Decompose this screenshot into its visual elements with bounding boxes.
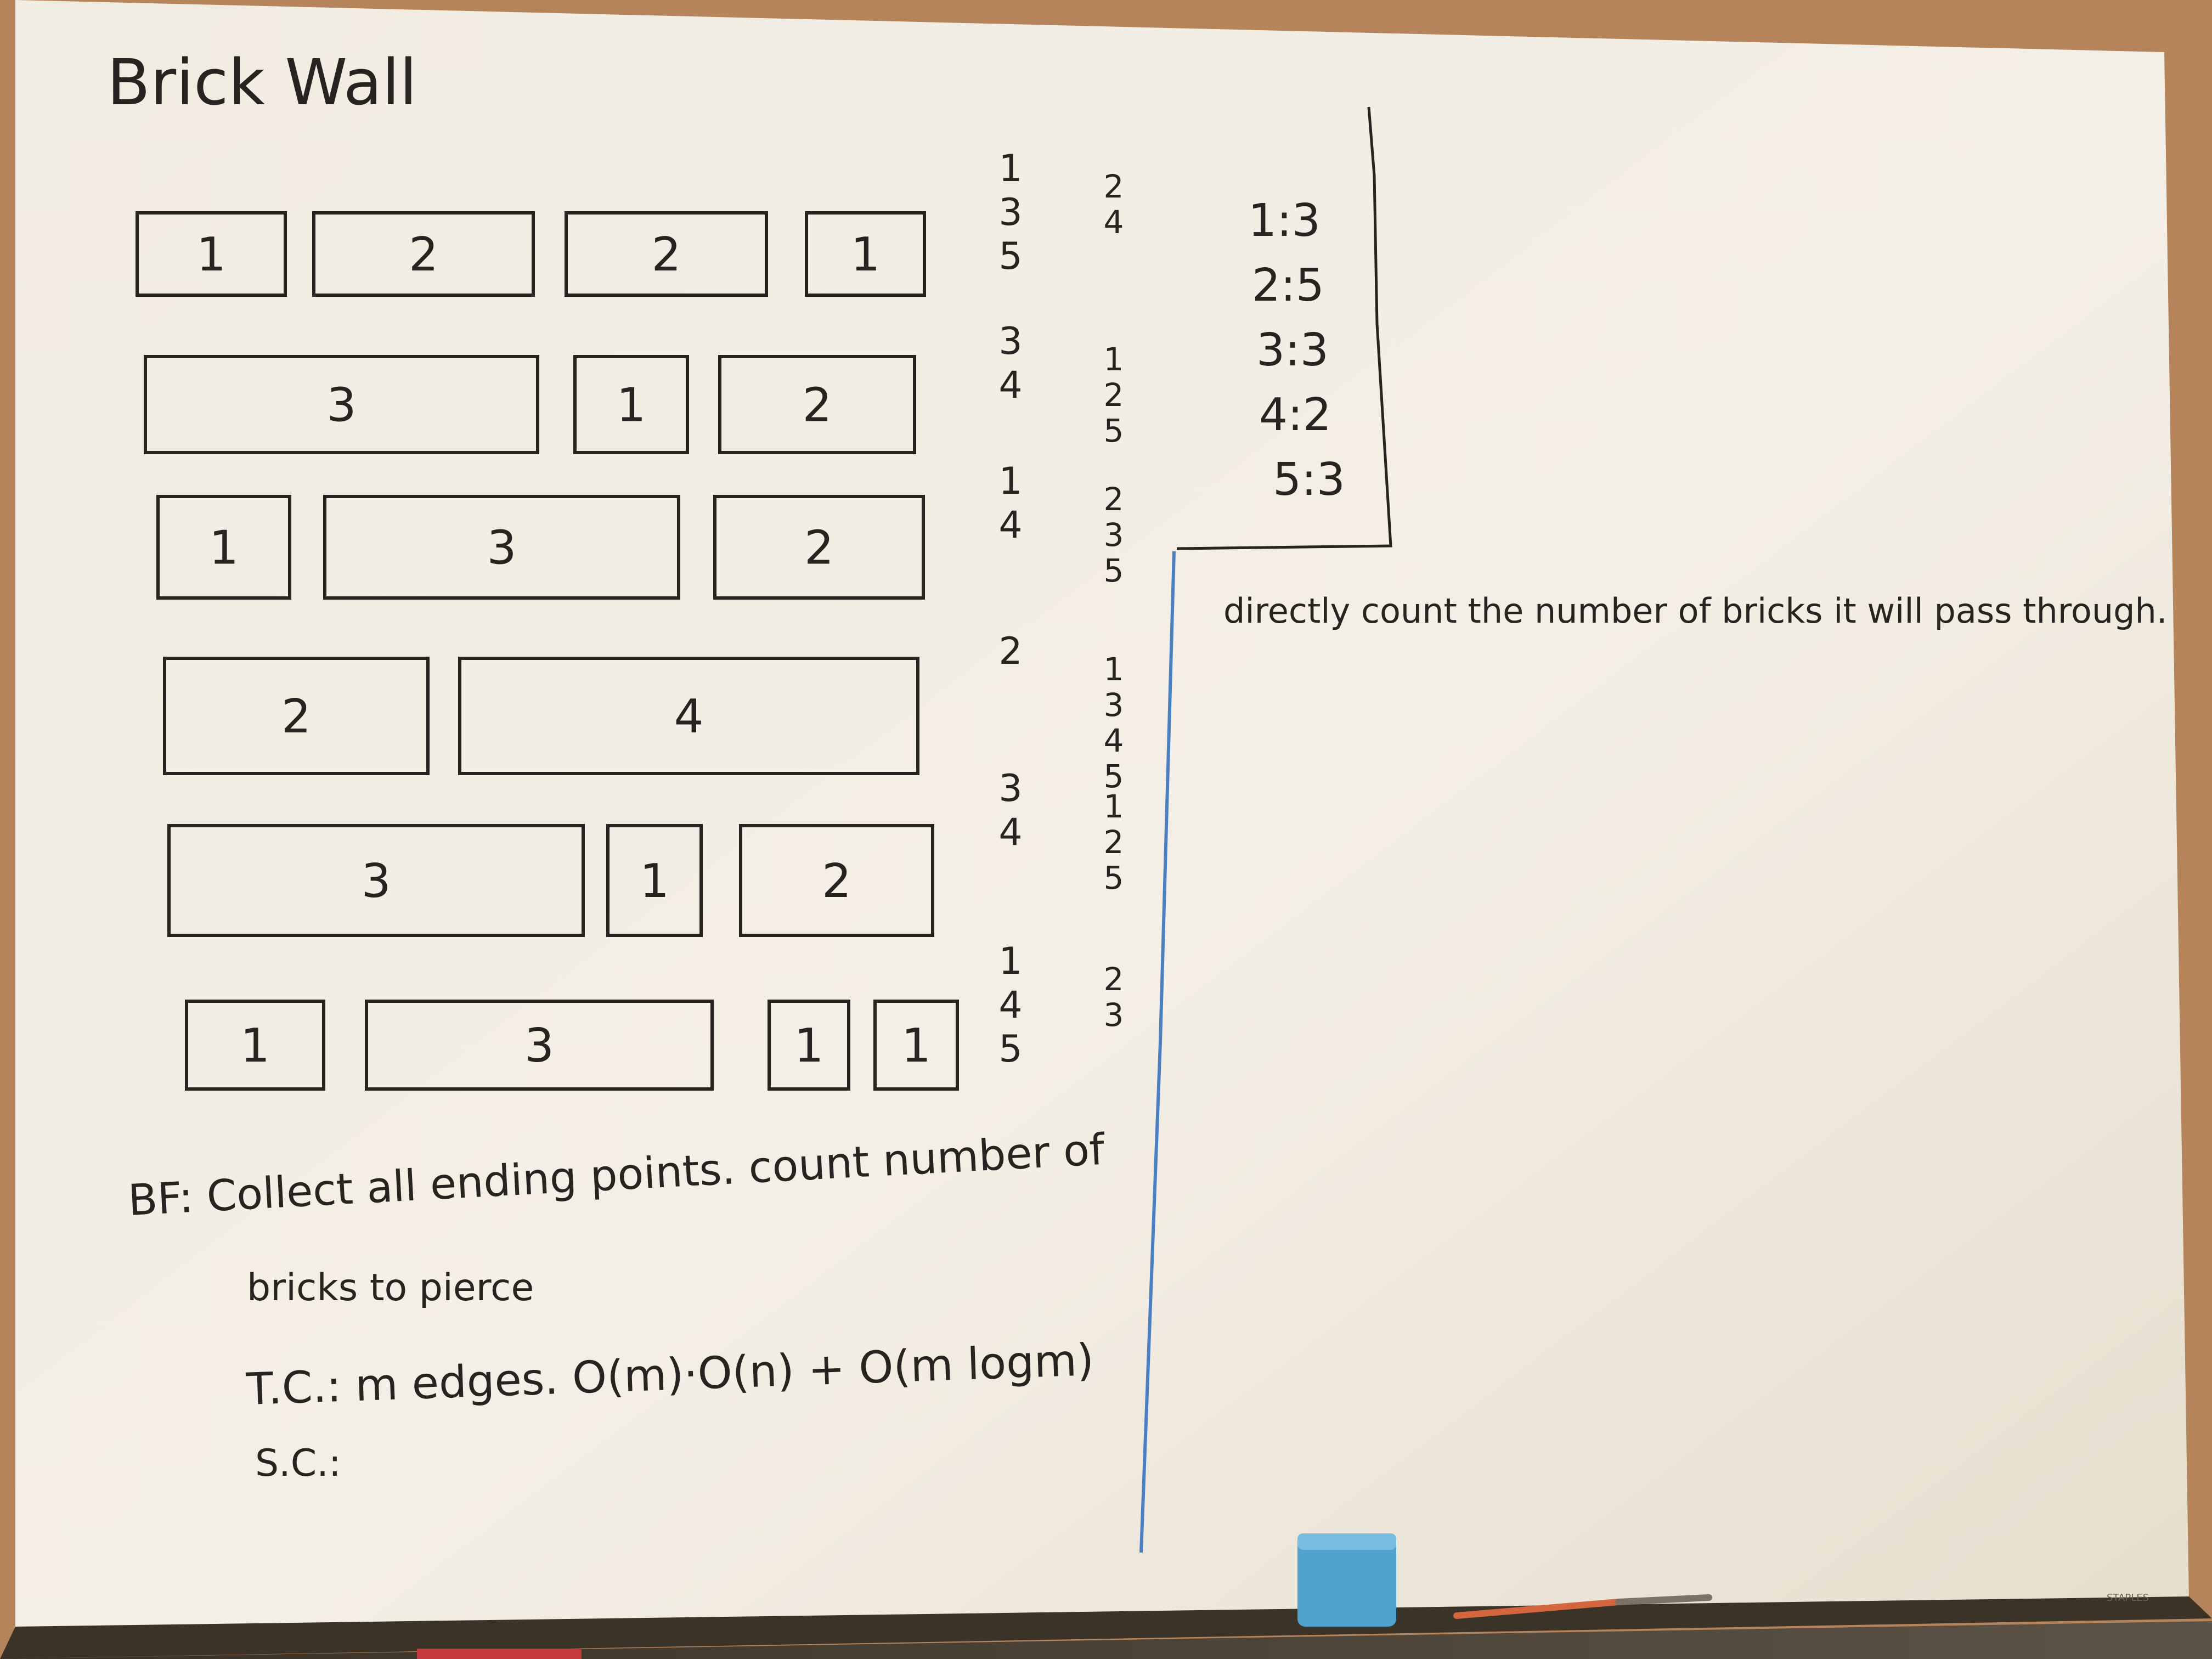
brick-width-label: 2: [281, 690, 311, 744]
brick-width-label: 2: [822, 854, 851, 909]
brick-width-label: 3: [326, 379, 356, 433]
edge-count-entry: 1:3: [1248, 195, 1321, 247]
edge-number-right: 2: [1104, 376, 1124, 414]
edge-number-left: 3: [998, 191, 1022, 234]
red-marker: [417, 1649, 582, 1659]
edge-number-left: 4: [998, 364, 1022, 407]
edge-number-right: 2: [1104, 168, 1124, 205]
edge-number-left: 4: [998, 811, 1022, 854]
brick-width-label: 1: [901, 1019, 931, 1073]
edge-count-entry: 4:2: [1259, 389, 1331, 441]
edge-number-right: 2: [1104, 961, 1124, 998]
brute-force-line-2: bricks to pierce: [247, 1266, 534, 1310]
edge-number-right: 5: [1104, 412, 1124, 449]
edge-number-right: 2: [1104, 481, 1124, 518]
edge-number-left: 5: [998, 235, 1022, 278]
edge-number-right: 4: [1104, 722, 1124, 759]
brick-width-label: 3: [524, 1019, 554, 1073]
edge-number-right: 1: [1104, 788, 1124, 825]
edge-number-left: 4: [998, 984, 1022, 1027]
brick-width-label: 4: [674, 690, 703, 744]
edge-number-right: 4: [1104, 204, 1124, 241]
edge-number-left: 5: [998, 1028, 1022, 1071]
space-complexity: S.C.:: [255, 1442, 341, 1485]
edge-number-right: 3: [1104, 686, 1124, 724]
edge-count-entry: 2:5: [1252, 259, 1324, 312]
brick-width-label: 1: [209, 521, 239, 575]
board-title: Brick Wall: [107, 46, 417, 120]
edge-number-right: 1: [1104, 651, 1124, 688]
eraser: [1297, 1533, 1396, 1627]
brick-width-label: 3: [361, 854, 391, 909]
brick-width-label: 1: [850, 228, 880, 282]
brick-width-label: 1: [240, 1019, 270, 1073]
edge-number-right: 5: [1104, 859, 1124, 896]
brick-width-label: 2: [409, 228, 438, 282]
brick-width-label: 2: [651, 228, 681, 282]
edge-count-entry: 5:3: [1273, 454, 1345, 506]
edge-number-right: 2: [1104, 823, 1124, 861]
edge-number-right: 1: [1104, 341, 1124, 378]
brick-width-label: 2: [804, 521, 834, 575]
brick-width-label: 1: [196, 228, 226, 282]
edge-number-left: 1: [998, 147, 1022, 190]
whiteboard-photo: Brick Wall 1 2 2 13 1 21 3 22 43 1 21 3 1 1 135243412…: [0, 0, 2212, 1659]
edge-number-left: 2: [998, 630, 1022, 673]
edge-number-right: 3: [1104, 516, 1124, 554]
edge-number-left: 1: [998, 460, 1022, 503]
brick-width-label: 1: [794, 1019, 823, 1073]
edge-number-left: 3: [998, 767, 1022, 810]
edge-number-right: 5: [1104, 552, 1124, 589]
edge-number-left: 1: [998, 940, 1022, 983]
edge-number-left: 3: [998, 320, 1022, 363]
brick-width-label: 1: [616, 379, 646, 433]
brick-width-label: 1: [640, 854, 669, 909]
edge-count-entry: 3:3: [1256, 324, 1329, 376]
strategy-note: directly count the number of bricks it w…: [1223, 591, 2168, 631]
board-brand: STAPLES: [2107, 1592, 2149, 1604]
brick-width-label: 3: [487, 521, 516, 575]
edge-number-left: 4: [998, 504, 1022, 547]
brick-width-label: 2: [802, 379, 832, 433]
edge-number-right: 3: [1104, 996, 1124, 1034]
